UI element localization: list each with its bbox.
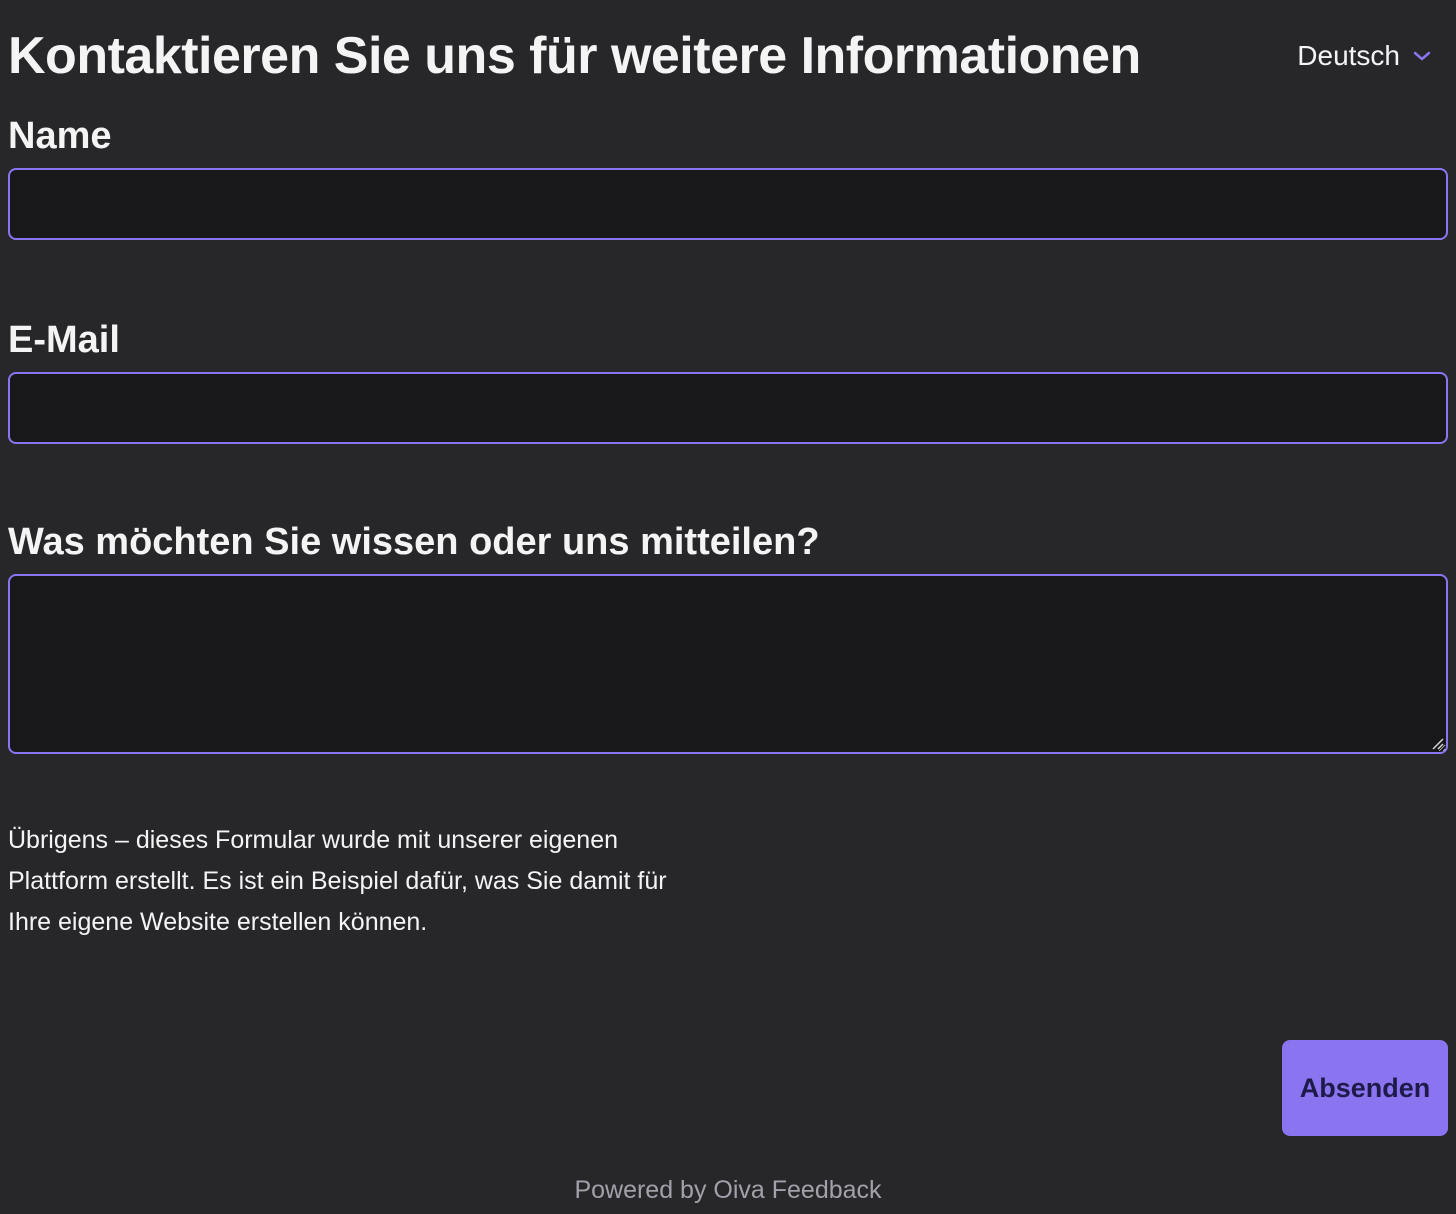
email-label: E-Mail [8, 319, 120, 361]
powered-by-link[interactable]: Powered by Oiva Feedback [0, 1172, 1456, 1208]
info-text: Übrigens – dieses Formular wurde mit uns… [8, 826, 667, 936]
language-select[interactable]: Deutsch [1297, 36, 1432, 76]
page-title: Kontaktieren Sie uns für weitere Informa… [8, 27, 1141, 85]
name-input[interactable] [8, 168, 1448, 240]
name-label: Name [8, 115, 112, 157]
email-input[interactable] [8, 372, 1448, 444]
submit-button[interactable]: Absenden [1282, 1040, 1448, 1136]
chevron-down-icon [1412, 49, 1432, 63]
message-textarea[interactable] [8, 574, 1448, 754]
message-label: Was möchten Sie wissen oder uns mitteile… [8, 521, 820, 563]
language-select-value: Deutsch [1297, 40, 1400, 71]
